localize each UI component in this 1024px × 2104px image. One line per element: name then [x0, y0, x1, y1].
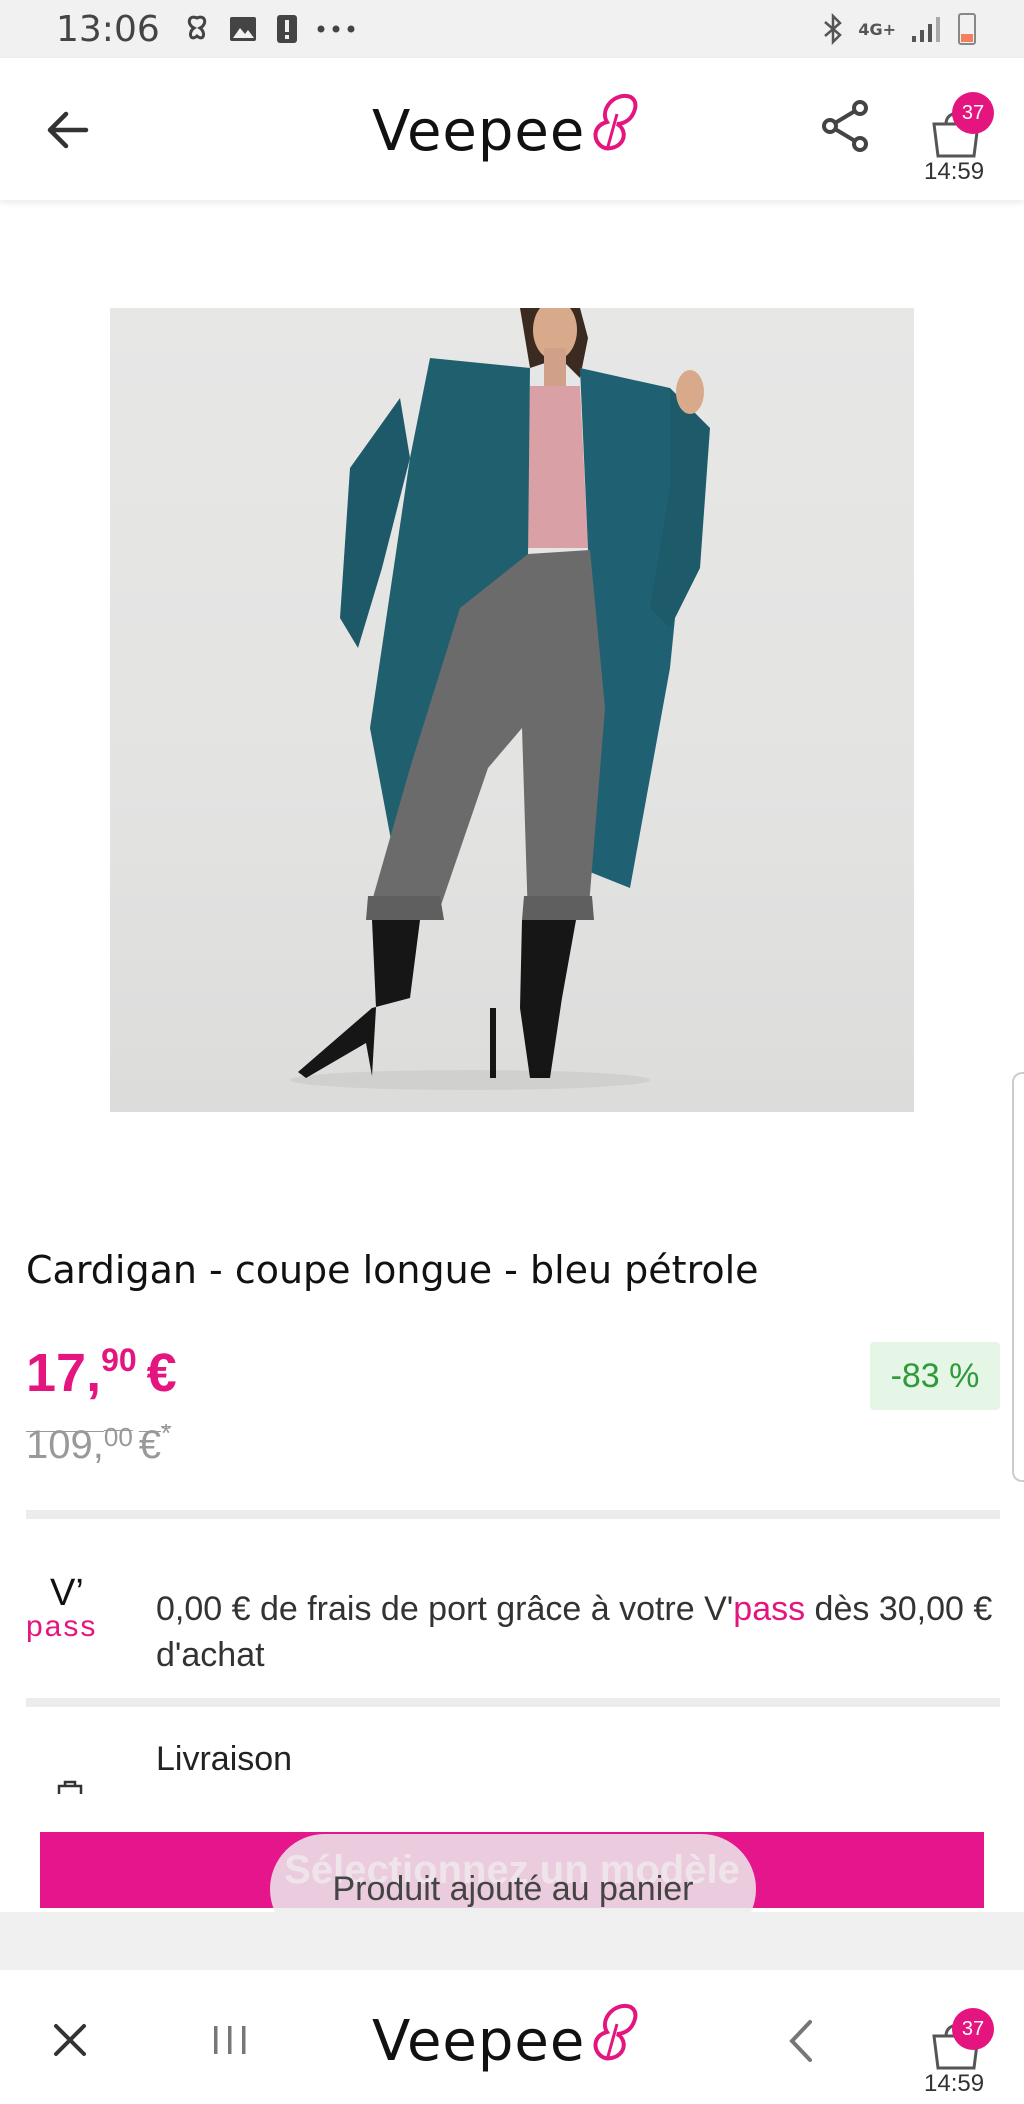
divider: [26, 1698, 1000, 1707]
bottom-veepee-logo[interactable]: Veepee: [372, 1998, 643, 2074]
share-icon[interactable]: [816, 96, 876, 156]
vpass-text-accent: pass: [733, 1590, 806, 1628]
cart-timer: 14:59: [924, 158, 985, 185]
bottom-cart-count-badge: 37: [952, 2008, 994, 2050]
vpass-logo-bottom: pass: [26, 1610, 98, 1643]
delivery-label[interactable]: Livraison: [156, 1740, 292, 1779]
current-price: 17,90 €: [26, 1342, 177, 1404]
old-price-integer: 109,: [26, 1423, 104, 1467]
bluetooth-icon: [824, 13, 843, 45]
product-image[interactable]: [110, 308, 914, 1112]
price-decimal: 90: [101, 1342, 137, 1378]
image-icon: [229, 17, 256, 41]
old-price-asterisk: *: [161, 1418, 172, 1448]
veepee-logo[interactable]: Veepee: [372, 88, 643, 164]
battery-icon: [958, 13, 976, 45]
alert-icon: [276, 15, 297, 43]
butterfly-icon: [187, 15, 206, 40]
bottom-logo-text: Veepee: [372, 2009, 586, 2074]
nav-separator: [0, 1912, 1024, 1970]
cart-count-badge: 37: [952, 92, 994, 134]
divider: [26, 1510, 1000, 1519]
bottom-butterfly-logo-icon: [593, 2003, 638, 2061]
bottom-bar: Veepee 37 14:59: [0, 1970, 1024, 2104]
side-scroll-tab[interactable]: [1012, 1072, 1024, 1482]
butterfly-logo-icon: [593, 93, 638, 151]
logo-text: Veepee: [372, 99, 586, 164]
status-icons-right: 4G+: [822, 13, 976, 45]
recent-apps-icon[interactable]: [210, 2020, 250, 2060]
signal-icon: [912, 17, 940, 42]
old-price-decimal: 00: [103, 1422, 133, 1452]
vpass-logo: V’ pass: [26, 1572, 120, 1644]
discount-badge: -83 %: [870, 1342, 1000, 1410]
bottom-cart-timer: 14:59: [924, 2070, 985, 2097]
network-label: 4G+: [858, 19, 896, 39]
price-currency: €: [146, 1343, 177, 1403]
vpass-logo-top: V’: [50, 1572, 84, 1614]
old-price-currency: €: [138, 1423, 162, 1467]
model-illustration: [290, 308, 710, 1090]
close-icon[interactable]: [50, 2020, 90, 2060]
status-bar: 13:06 4G+: [0, 0, 1024, 58]
old-price: 109,00 €*: [26, 1418, 171, 1468]
more-icon: [317, 25, 355, 33]
product-title: Cardigan - coupe longue - bleu pétrole: [26, 1248, 759, 1292]
back-arrow-icon[interactable]: [40, 102, 96, 158]
status-time: 13:06: [56, 8, 160, 50]
vpass-info-text: 0,00 € de frais de port grâce à votre V'…: [156, 1586, 996, 1678]
app-header: Veepee 37 14:59: [0, 58, 1024, 200]
cart-button[interactable]: 37 14:59: [924, 92, 1000, 188]
back-chevron-icon[interactable]: [786, 2018, 816, 2064]
delivery-icon: [57, 1780, 83, 1794]
price-integer: 17,: [26, 1343, 102, 1403]
status-icons-left: [184, 13, 356, 45]
vpass-text-part1: 0,00 € de frais de port grâce à votre V': [156, 1590, 734, 1628]
bottom-cart-button[interactable]: 37 14:59: [924, 2008, 1000, 2104]
